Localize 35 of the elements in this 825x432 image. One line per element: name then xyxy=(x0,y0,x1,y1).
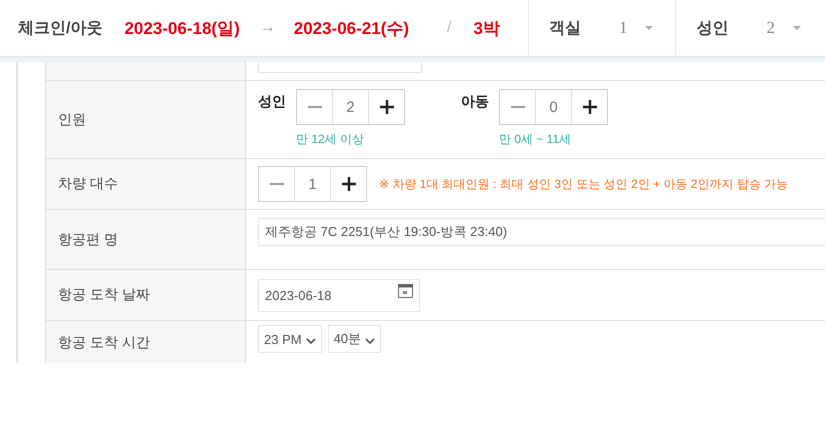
input-field[interactable] xyxy=(258,62,422,73)
minus-icon xyxy=(270,183,284,185)
minus-icon xyxy=(510,106,524,108)
time-dropdown[interactable]: 23 PM xyxy=(258,325,322,353)
capacity-note: ※ 차량 1대 최대인원 : 최대 성인 3인 또는 성인 2인 + 아동 2인까지 탑승 가능 xyxy=(379,176,788,192)
guest-dropdown[interactable]: 객실 1 xyxy=(528,0,676,56)
plus-icon xyxy=(380,100,394,114)
flight-field[interactable]: 제주항공 7C 2251(부산 19:30-방콕 23:40) xyxy=(258,218,825,246)
date-field[interactable]: 2023-06-18 xyxy=(258,278,420,312)
field-label: 차량 대수 xyxy=(46,159,246,210)
field-label: 항공편 명 xyxy=(46,210,246,270)
minus-icon xyxy=(308,106,322,108)
nights-count: 3박 xyxy=(473,18,500,40)
plus-icon xyxy=(342,177,356,191)
age-note: 만 0세 ~ 11세 xyxy=(499,131,572,148)
count-value: 0 xyxy=(535,90,572,124)
guest-dropdown[interactable]: 성인 2 xyxy=(675,0,823,56)
checkin-label: 체크인/아웃 xyxy=(18,18,102,38)
field-label: 인원 xyxy=(46,81,246,159)
time-dropdown[interactable]: 40분 xyxy=(328,325,382,353)
counter-label: 성인 xyxy=(258,92,286,111)
count-value: 2 xyxy=(332,90,369,124)
counter-label: 아동 xyxy=(461,92,489,111)
checkout-date[interactable]: 2023-06-21(수) xyxy=(294,16,410,40)
separator-text: / xyxy=(447,19,452,37)
chevron-icon xyxy=(365,338,376,344)
age-note: 만 12세 이상 xyxy=(296,131,366,148)
calendar-icon[interactable] xyxy=(398,284,413,298)
field-label: 항공 도착 시간 xyxy=(46,321,246,363)
arrow-text: → xyxy=(260,19,276,37)
field-label: 항공 도착 날짜 xyxy=(46,270,246,321)
count-value: 1 xyxy=(294,167,331,201)
checkin-date[interactable]: 2023-06-18(일) xyxy=(124,16,240,40)
chevron-icon xyxy=(306,338,316,344)
plus-icon xyxy=(582,100,596,114)
